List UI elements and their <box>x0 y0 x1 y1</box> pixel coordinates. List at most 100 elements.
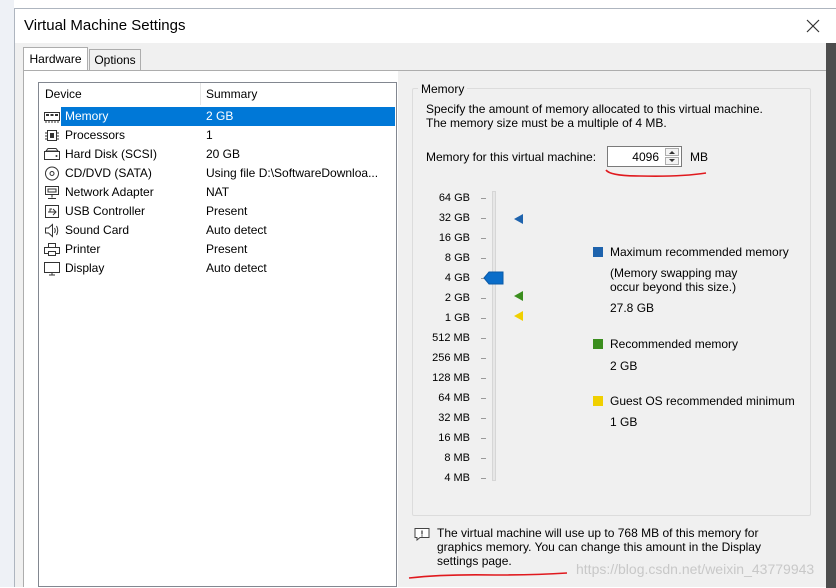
memory-group-title: Memory <box>418 82 468 96</box>
column-header-summary[interactable]: Summary <box>206 87 257 101</box>
speaker-icon <box>45 223 59 238</box>
device-row-usb-controller[interactable]: USB Controller Present <box>39 202 396 221</box>
device-summary: Auto detect <box>206 223 267 237</box>
device-row-hard-disk[interactable]: Hard Disk (SCSI) 20 GB <box>39 145 396 164</box>
device-summary: NAT <box>206 185 230 199</box>
scale-label: 8 GB <box>444 252 470 264</box>
device-name: Memory <box>65 109 109 123</box>
scale-label: 1 GB <box>444 312 470 324</box>
memory-value[interactable]: 4096 <box>632 150 659 164</box>
device-name: Hard Disk (SCSI) <box>65 147 158 161</box>
recommended-swatch <box>593 339 603 349</box>
device-name: Processors <box>65 128 126 142</box>
description-line: The memory size must be a multiple of 4 … <box>426 116 667 130</box>
memory-field-label: Memory for this virtual machine: <box>426 150 597 164</box>
scale-tick <box>481 338 486 339</box>
device-name: Printer <box>65 242 101 256</box>
list-header: Device Summary <box>39 83 396 105</box>
scale-label: 64 GB <box>438 192 470 204</box>
device-row-cd-dvd[interactable]: CD/DVD (SATA) Using file D:\SoftwareDown… <box>39 164 396 183</box>
minimum-swatch <box>593 396 603 406</box>
annotation-underline <box>408 572 568 579</box>
scale-tick <box>481 418 486 419</box>
device-row-memory[interactable]: Memory 2 GB <box>39 107 396 126</box>
scale-tick <box>481 438 486 439</box>
max-recommended-note: occur beyond this size.) <box>610 280 737 294</box>
watermark: https://blog.csdn.net/weixin_43779943 <box>576 561 815 577</box>
minimum-value: 1 GB <box>610 415 638 429</box>
info-line: The virtual machine will use up to 768 M… <box>437 526 759 540</box>
device-name: USB Controller <box>65 204 146 218</box>
processor-icon <box>45 130 59 141</box>
column-divider[interactable] <box>200 83 201 105</box>
scale-tick <box>481 398 486 399</box>
chevron-up-icon <box>669 151 675 154</box>
memory-slider-thumb[interactable] <box>483 271 504 285</box>
scale-label: 16 GB <box>438 232 470 244</box>
tab-hardware[interactable]: Hardware <box>23 47 88 70</box>
column-header-device[interactable]: Device <box>45 87 82 101</box>
device-summary: Present <box>206 204 248 218</box>
memory-slider-track[interactable] <box>492 191 496 481</box>
chevron-down-icon <box>669 159 675 162</box>
scale-tick <box>481 238 486 239</box>
max-recommended-swatch <box>593 247 603 257</box>
max-recommended-title: Maximum recommended memory <box>610 245 789 259</box>
device-summary: Using file D:\SoftwareDownloa... <box>206 166 379 180</box>
max-recommended-note: (Memory swapping may <box>610 266 738 280</box>
device-name: CD/DVD (SATA) <box>65 166 152 180</box>
memory-icon <box>44 112 60 123</box>
usb-icon <box>45 205 59 218</box>
scale-tick <box>481 358 486 359</box>
memory-stepper[interactable]: 4096 <box>607 146 682 167</box>
monitor-icon <box>44 262 60 276</box>
background-strip <box>0 0 14 587</box>
scale-tick <box>481 478 486 479</box>
device-summary: 20 GB <box>206 147 241 161</box>
window-title: Virtual Machine Settings <box>24 17 186 34</box>
device-summary: Auto detect <box>206 261 267 275</box>
scale-label: 8 MB <box>444 452 470 464</box>
scale-tick <box>481 378 486 379</box>
device-summary: 1 <box>206 128 213 142</box>
info-line: graphics memory. You can change this amo… <box>437 540 761 554</box>
increment-button[interactable] <box>665 148 679 156</box>
scale-label: 32 MB <box>438 412 470 424</box>
window-edge <box>826 43 836 588</box>
scale-tick <box>481 318 486 319</box>
title-bar: Virtual Machine Settings <box>15 9 836 43</box>
max-recommended-marker-icon <box>514 214 523 224</box>
device-row-printer[interactable]: Printer Present <box>39 240 396 259</box>
scale-label: 128 MB <box>432 372 470 384</box>
scale-label: 64 MB <box>438 392 470 404</box>
tab-options[interactable]: Options <box>89 49 141 71</box>
max-recommended-value: 27.8 GB <box>610 301 655 315</box>
memory-description: Specify the amount of memory allocated t… <box>426 102 806 130</box>
minimum-marker-icon <box>514 311 523 321</box>
device-row-sound-card[interactable]: Sound Card Auto detect <box>39 221 396 240</box>
minimum-title: Guest OS recommended minimum <box>610 394 795 408</box>
annotation-underline <box>605 169 707 177</box>
network-adapter-icon <box>45 186 59 199</box>
hard-disk-icon <box>44 148 60 160</box>
recommended-title: Recommended memory <box>610 337 739 351</box>
scale-label: 4 GB <box>444 272 470 284</box>
cd-dvd-icon <box>45 166 59 181</box>
device-summary: Present <box>206 242 248 256</box>
device-name: Display <box>65 261 105 275</box>
device-row-display[interactable]: Display Auto detect <box>39 259 396 278</box>
scale-label: 32 GB <box>438 212 470 224</box>
scale-tick <box>481 218 486 219</box>
info-icon <box>414 528 430 541</box>
close-icon[interactable] <box>804 17 822 35</box>
scale-tick <box>481 298 486 299</box>
recommended-value: 2 GB <box>610 359 638 373</box>
printer-icon <box>44 243 60 256</box>
decrement-button[interactable] <box>665 157 679 165</box>
scale-label: 256 MB <box>432 352 470 364</box>
device-row-processors[interactable]: Processors 1 <box>39 126 396 145</box>
device-row-network-adapter[interactable]: Network Adapter NAT <box>39 183 396 202</box>
scale-label: 4 MB <box>444 472 470 484</box>
memory-unit: MB <box>690 150 708 164</box>
scale-tick <box>481 458 486 459</box>
